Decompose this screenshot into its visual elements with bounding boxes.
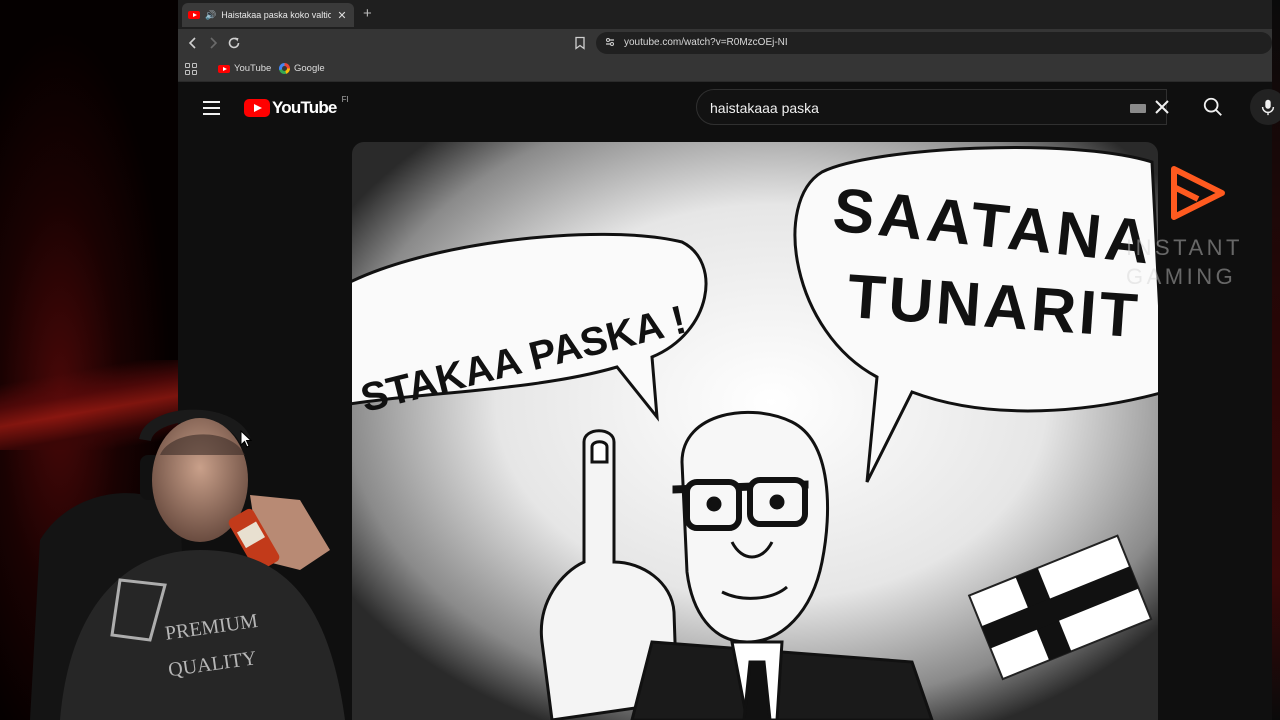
browser-toolbar: youtube.com/watch?v=R0MzcOEj-NI	[178, 29, 1272, 57]
mouse-cursor-icon	[240, 430, 252, 448]
url-text: youtube.com/watch?v=R0MzcOEj-NI	[624, 37, 788, 48]
search-input[interactable]: haistakaaa paska	[696, 89, 1167, 125]
clear-search-icon[interactable]	[1153, 98, 1171, 116]
bookmark-google[interactable]: Google	[279, 63, 325, 74]
bookmark-youtube[interactable]: YouTube	[218, 63, 271, 74]
bookmark-icon[interactable]	[574, 36, 586, 50]
tab-title: Haistakaa paska koko valtiov	[221, 10, 331, 20]
speaker-icon[interactable]: 🔊	[205, 10, 216, 21]
bookmark-label: YouTube	[234, 63, 272, 74]
address-bar[interactable]: youtube.com/watch?v=R0MzcOEj-NI	[596, 32, 1272, 54]
instant-gaming-icon	[1171, 166, 1225, 220]
microphone-icon	[1261, 99, 1275, 116]
search-icon	[1203, 97, 1222, 116]
bookmark-label: Google	[294, 63, 325, 74]
close-tab-icon[interactable]: ✕	[336, 9, 348, 22]
region-code: FI	[341, 94, 349, 104]
search-query: haistakaaa paska	[710, 100, 819, 116]
back-button[interactable]	[184, 34, 202, 52]
site-info-icon[interactable]	[604, 36, 616, 48]
forward-button[interactable]	[204, 34, 222, 52]
youtube-play-icon	[244, 99, 270, 117]
voice-search-button[interactable]	[1250, 89, 1280, 125]
bookmarks-bar: YouTube Google	[178, 57, 1272, 82]
youtube-icon	[218, 64, 230, 73]
apps-grid-icon[interactable]	[185, 63, 197, 75]
reload-button[interactable]	[225, 34, 243, 52]
tab-strip: 🔊 Haistakaa paska koko valtiov ✕ +	[178, 0, 1272, 29]
youtube-favicon-icon	[188, 11, 200, 19]
youtube-wordmark: YouTube	[272, 98, 337, 117]
menu-icon[interactable]	[203, 101, 220, 115]
tab-active[interactable]: 🔊 Haistakaa paska koko valtiov ✕	[182, 3, 354, 27]
screen: 🔊 Haistakaa paska koko valtiov ✕ + youtu…	[0, 0, 1280, 720]
google-icon	[279, 63, 290, 74]
webcam-overlay: PREMIUM QUALITY	[0, 400, 360, 720]
search-button[interactable]	[1183, 89, 1233, 125]
keyboard-icon[interactable]	[1130, 104, 1146, 113]
sponsor-logo: INSTANT GAMING	[1126, 165, 1266, 295]
youtube-logo[interactable]: YouTube FI	[244, 94, 349, 118]
new-tab-button[interactable]: +	[363, 5, 372, 22]
video-frame-image: STAKAA PASKA ! SAATANA TUNARIT	[352, 142, 1158, 720]
sponsor-line2: GAMING	[1126, 264, 1237, 289]
video-player[interactable]: STAKAA PASKA ! SAATANA TUNARIT	[352, 142, 1158, 720]
streamer-webcam-image: PREMIUM QUALITY	[30, 409, 345, 720]
sponsor-line1: INSTANT	[1126, 235, 1243, 260]
